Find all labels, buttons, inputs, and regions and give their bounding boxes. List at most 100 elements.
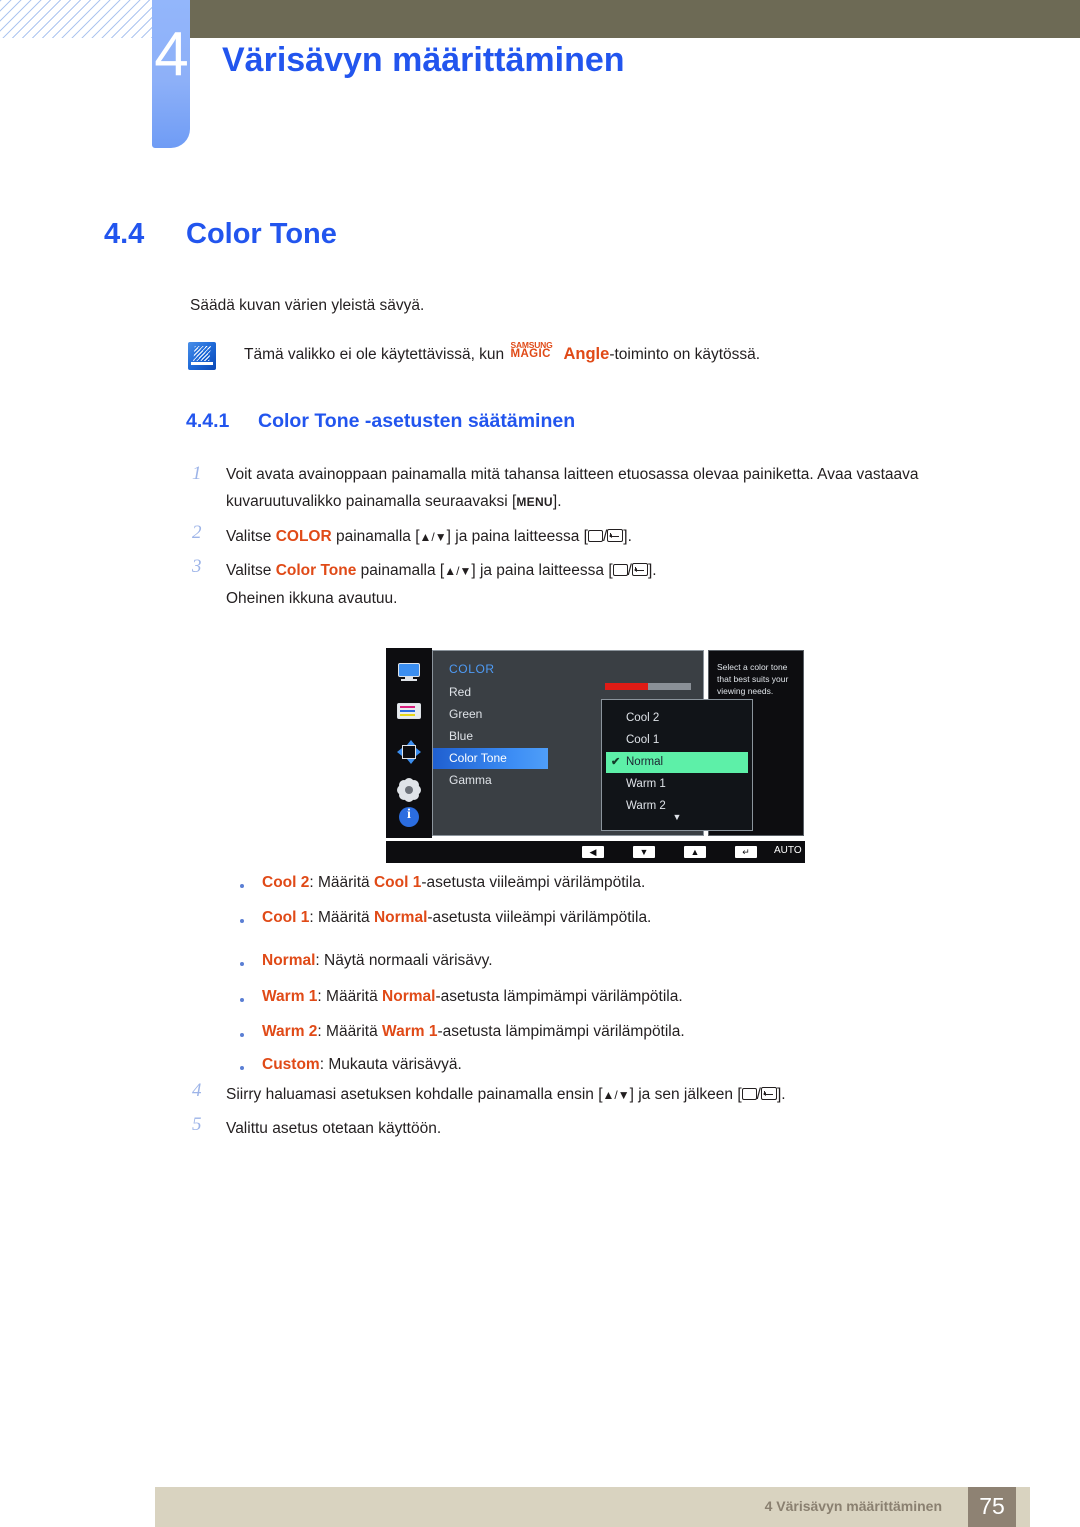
osd-help-text: Select a color tone that best suits your… — [717, 662, 789, 696]
step-3-d: ]. — [647, 562, 657, 579]
step-3-c: ] ja paina laitteessa [ — [471, 562, 613, 579]
header-olive-bar — [190, 0, 1080, 38]
dropdown-option-normal[interactable]: ✔ Normal — [606, 752, 748, 773]
bullet-item-normal: Normal: Näytä normaali värisävy. — [262, 952, 493, 970]
step-4-arrows: ▲/▼ — [602, 1088, 630, 1102]
step-3-b: painamalla [ — [356, 562, 445, 579]
note-text-after: -toiminto on käytössä. — [609, 346, 761, 363]
section-intro-text: Säädä kuvan värien yleistä sävyä. — [190, 297, 425, 314]
magic-bottom-word: MAGIC — [510, 348, 551, 360]
step-text-4: Siirry haluamasi asetuksen kohdalle pain… — [226, 1086, 786, 1103]
bullet-5-term: Custom — [262, 1056, 320, 1073]
bullet-2-mid: : Näytä normaali värisävy. — [315, 952, 493, 969]
step-3-highlight: Color Tone — [275, 562, 357, 579]
step-3-follow-text: Oheinen ikkuna avautuu. — [226, 590, 398, 607]
power-button[interactable]: ⏻ — [826, 845, 834, 856]
step-2-d: ]. — [623, 528, 632, 545]
window-key-icon — [587, 530, 603, 542]
bullet-marker — [240, 1066, 244, 1070]
step-3-a: Valitse — [226, 562, 276, 579]
bullet-5-mid: : Mukauta värisävyä. — [319, 1056, 462, 1073]
dropdown-option-warm-1[interactable]: Warm 1 — [606, 774, 748, 795]
bullet-marker — [240, 1033, 244, 1037]
magic-angle-word: Angle — [563, 345, 610, 363]
note-block: Tämä valikko ei ole käytettävissä, kun S… — [188, 340, 988, 374]
enter-key-icon — [607, 529, 624, 542]
chevron-down-icon[interactable]: ▼ — [602, 812, 752, 822]
note-text-before: Tämä valikko ei ole käytettävissä, kun — [244, 346, 509, 363]
color-icon[interactable] — [397, 700, 421, 724]
red-slider-track[interactable] — [605, 683, 691, 690]
step-2-c: ] ja paina laitteessa [ — [446, 528, 588, 545]
bullet-marker — [240, 998, 244, 1002]
samsung-magic-logo: SAMSUNG MAGIC — [510, 340, 562, 360]
subsection-title: Color Tone -asetusten säätäminen — [258, 410, 576, 432]
bullet-3-term2: Normal — [382, 988, 436, 1005]
step-number-3: 3 — [192, 556, 202, 577]
note-text: Tämä valikko ei ole käytettävissä, kun S… — [244, 340, 761, 364]
step-number-5: 5 — [192, 1114, 202, 1135]
bullet-2-term: Normal — [262, 952, 316, 969]
bullet-3-rest: -asetusta lämpimämpi värilämpötila. — [435, 988, 683, 1005]
down-button[interactable]: ▼ — [633, 846, 655, 858]
osd-menu-panel: COLOR Red Green Blue Color Tone Gamma 50… — [432, 650, 753, 836]
step-text-2: Valitse COLOR painamalla [▲/▼] ja paina … — [226, 528, 632, 545]
step-2-b: painamalla [ — [331, 528, 420, 545]
step-1-line-2-a: kuvaruutuvalikko painamalla seuraavaksi … — [226, 493, 517, 510]
chapter-title: Värisävyn määrittäminen — [222, 41, 625, 79]
step-4-d: ]. — [776, 1086, 786, 1103]
bullet-item-warm-2: Warm 2: Määritä Warm 1-asetusta lämpimäm… — [262, 1023, 685, 1041]
color-tone-dropdown[interactable]: Cool 2 Cool 1 ✔ Normal Warm 1 Warm 2 ▼ — [601, 699, 753, 831]
dropdown-option-normal-label: Normal — [626, 756, 664, 768]
dropdown-option-cool-1[interactable]: Cool 1 — [606, 730, 748, 751]
bullet-item-cool-2: Cool 2: Määritä Cool 1-asetusta viileämp… — [262, 874, 645, 892]
bullet-0-rest: -asetusta viileämpi värilämpötila. — [421, 874, 646, 891]
hatch-decoration — [0, 0, 152, 38]
bullet-item-custom: Custom: Mukauta värisävyä. — [262, 1056, 462, 1074]
page-header: 4 Värisävyn määrittäminen — [0, 0, 1080, 160]
bullet-4-term2: Warm 1 — [382, 1023, 438, 1040]
osd-sidebar: i — [386, 648, 432, 838]
step-4-a: Siirry haluamasi asetuksen kohdalle pain… — [226, 1086, 603, 1103]
information-icon[interactable]: i — [397, 806, 421, 830]
enter-key-icon — [631, 563, 648, 576]
step-2-arrows: ▲/▼ — [419, 530, 447, 544]
section-title: Color Tone — [186, 218, 337, 250]
size-position-icon[interactable] — [397, 740, 421, 764]
picture-icon[interactable] — [397, 660, 421, 684]
left-button[interactable]: ◀ — [582, 846, 604, 858]
page-number: 75 — [979, 1493, 1005, 1519]
step-1-line-2-b: ]. — [552, 493, 562, 510]
enter-button[interactable]: ↵ — [735, 846, 757, 858]
up-button[interactable]: ▲ — [684, 846, 706, 858]
step-number-4: 4 — [192, 1080, 202, 1101]
bullet-marker — [240, 884, 244, 888]
step-number-2: 2 — [192, 522, 202, 543]
osd-item-color-tone[interactable]: Color Tone — [433, 748, 548, 769]
bullet-4-term: Warm 2 — [262, 1023, 318, 1040]
bullet-3-mid: : Määritä — [317, 988, 383, 1005]
check-icon: ✔ — [611, 756, 621, 768]
footer-chapter-text: 4 Värisävyn määrittäminen — [764, 1498, 942, 1514]
setup-icon[interactable] — [397, 778, 421, 802]
bullet-0-term: Cool 2 — [262, 874, 310, 891]
bullet-4-rest: -asetusta lämpimämpi värilämpötila. — [437, 1023, 685, 1040]
osd-screenshot: i COLOR Red Green Blue Color Tone Gamma … — [386, 648, 834, 863]
step-text-5: Valittu asetus otetaan käyttöön. — [226, 1120, 442, 1137]
bullet-item-cool-1: Cool 1: Määritä Normal-asetusta viileämp… — [262, 909, 651, 927]
bullet-item-warm-1: Warm 1: Määritä Normal-asetusta lämpimäm… — [262, 988, 683, 1006]
bullet-1-term2: Normal — [373, 909, 428, 926]
window-key-icon — [612, 564, 628, 576]
bullet-3-term: Warm 1 — [262, 988, 318, 1005]
window-key-icon — [741, 1088, 757, 1100]
bullet-marker — [240, 919, 244, 923]
bullet-0-mid: : Määritä — [309, 874, 374, 891]
enter-key-icon — [760, 1087, 777, 1100]
auto-button[interactable]: AUTO — [774, 845, 802, 856]
step-4-c: ] ja sen jälkeen [ — [629, 1086, 742, 1103]
red-slider-fill — [605, 683, 648, 690]
osd-button-bar: ◀ ▼ ▲ ↵ AUTO — [386, 841, 805, 863]
section-number: 4.4 — [104, 218, 145, 250]
note-pen-icon — [188, 342, 216, 370]
dropdown-option-cool-2[interactable]: Cool 2 — [606, 708, 748, 729]
